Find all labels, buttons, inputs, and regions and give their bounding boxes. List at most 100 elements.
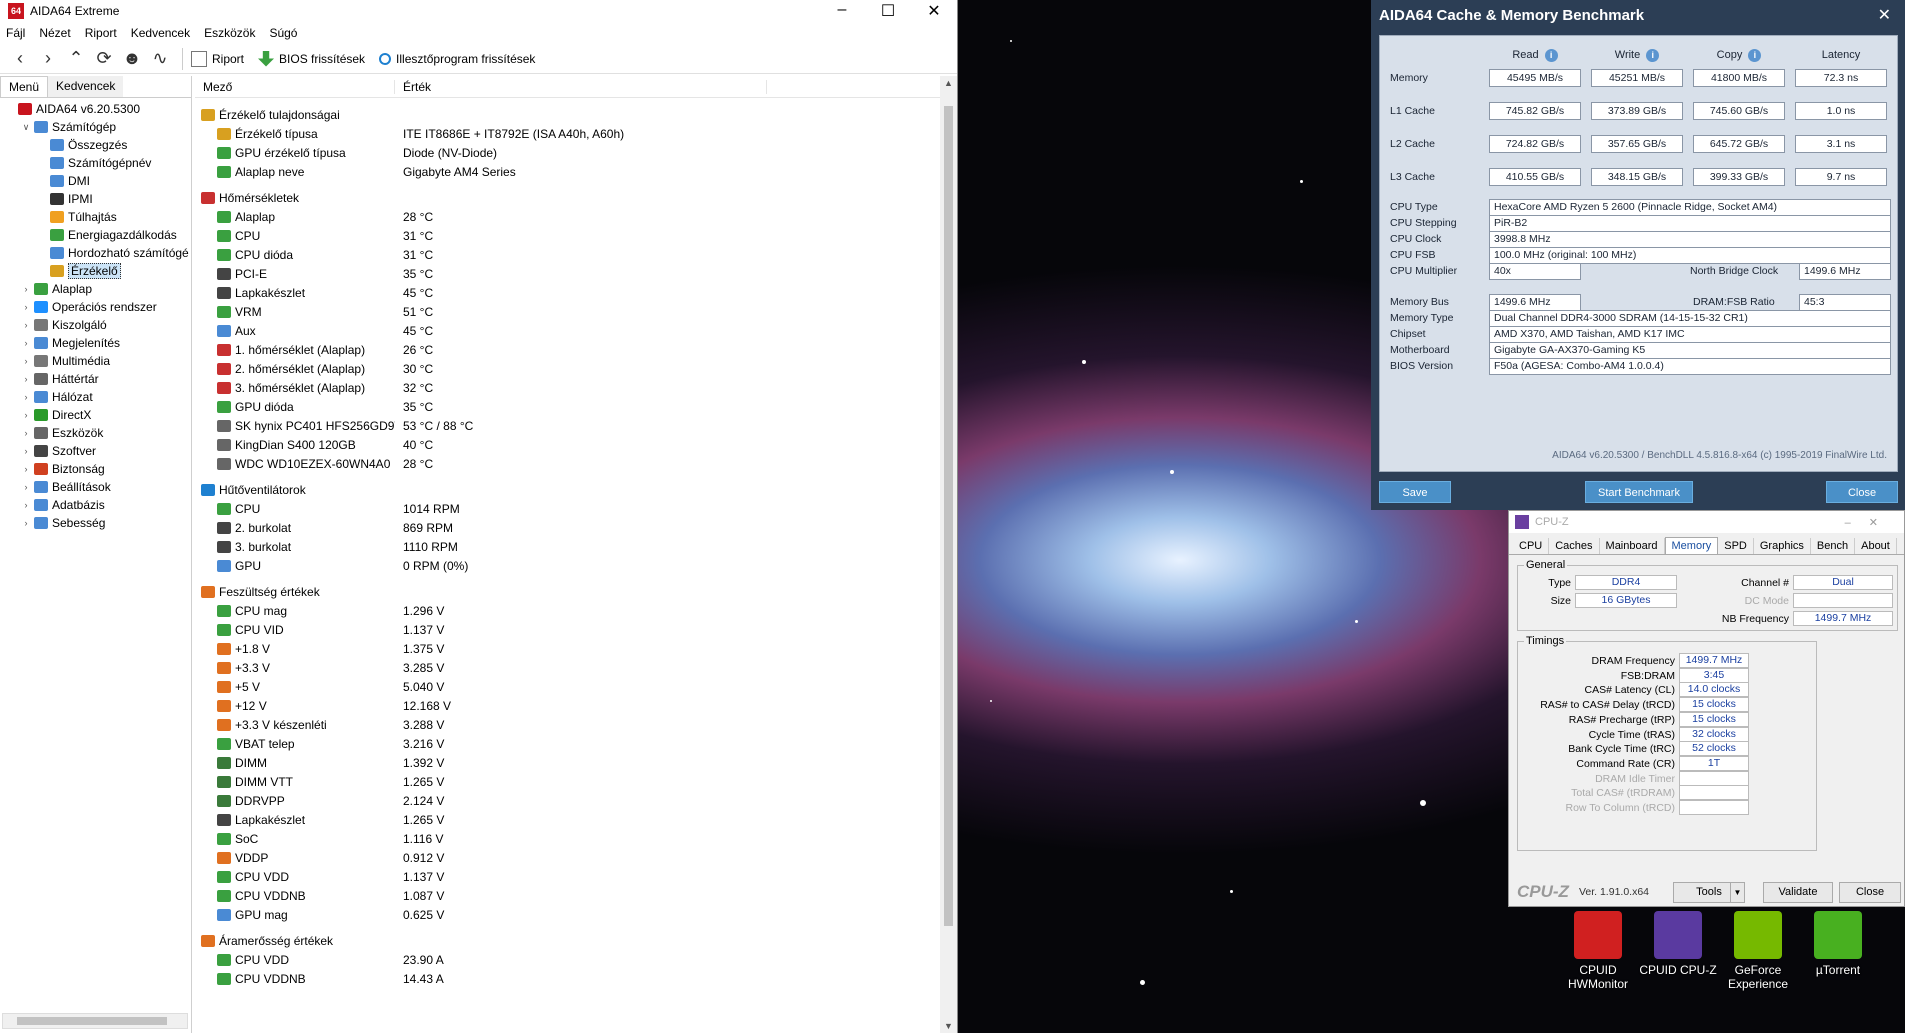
chevron-right-icon[interactable]: ›: [20, 410, 32, 420]
close-button[interactable]: Close: [1839, 882, 1901, 903]
tree-item[interactable]: › Multimédia: [0, 352, 191, 370]
sensor-row[interactable]: 3. burkolat 1110 RPM: [195, 537, 957, 556]
chevron-right-icon[interactable]: ›: [20, 500, 32, 510]
tree-item[interactable]: IPMI: [0, 190, 191, 208]
sensor-row[interactable]: 1. hőmérséklet (Alaplap) 26 °C: [195, 340, 957, 359]
tools-button[interactable]: Tools ▼: [1673, 882, 1745, 903]
sensor-row[interactable]: SK hynix PC401 HFS256GD9T... 53 °C / 88 °…: [195, 416, 957, 435]
tree-item[interactable]: › Biztonság: [0, 460, 191, 478]
up-icon[interactable]: ⌃: [62, 48, 90, 69]
sensor-row[interactable]: Lapkakészlet 45 °C: [195, 283, 957, 302]
sensor-row[interactable]: VRM 51 °C: [195, 302, 957, 321]
info-icon[interactable]: i: [1748, 49, 1762, 62]
scroll-down-icon[interactable]: ▼: [940, 1021, 957, 1031]
tree-item[interactable]: Energiagazdálkodás: [0, 226, 191, 244]
sensor-row[interactable]: WDC WD10EZEX-60WN4A0 28 °C: [195, 454, 957, 473]
column-field[interactable]: Mező: [195, 79, 395, 94]
group-header[interactable]: Hűtőventilátorok: [195, 480, 957, 499]
sensor-row[interactable]: +1.8 V 1.375 V: [195, 639, 957, 658]
sensor-row[interactable]: DIMM 1.392 V: [195, 753, 957, 772]
sensor-row[interactable]: CPU VID 1.137 V: [195, 620, 957, 639]
sensor-row[interactable]: CPU dióda 31 °C: [195, 245, 957, 264]
menu-view[interactable]: Nézet: [39, 26, 70, 40]
chevron-right-icon[interactable]: ›: [20, 428, 32, 438]
menu-help[interactable]: Súgó: [269, 26, 297, 40]
desktop-shortcut[interactable]: µTorrent: [1798, 905, 1878, 977]
group-header[interactable]: Feszültség értékek: [195, 582, 957, 601]
sensor-row[interactable]: GPU mag 0.625 V: [195, 905, 957, 924]
sensor-row[interactable]: CPU VDD 23.90 A: [195, 950, 957, 969]
tab-memory[interactable]: Memory: [1664, 537, 1719, 554]
chevron-right-icon[interactable]: ›: [20, 356, 32, 366]
tab-caches[interactable]: Caches: [1549, 538, 1600, 554]
tree-item[interactable]: Hordozható számítógé: [0, 244, 191, 262]
close-button[interactable]: ✕: [911, 1, 957, 21]
tab-mainboard[interactable]: Mainboard: [1600, 538, 1665, 554]
tree-item[interactable]: › Eszközök: [0, 424, 191, 442]
report-button[interactable]: Riport: [191, 50, 244, 67]
tree-item[interactable]: › Szoftver: [0, 442, 191, 460]
sensor-row[interactable]: 3. hőmérséklet (Alaplap) 32 °C: [195, 378, 957, 397]
sensor-row[interactable]: GPU érzékelő típusa Diode (NV-Diode): [195, 143, 957, 162]
sensor-row[interactable]: +12 V 12.168 V: [195, 696, 957, 715]
sensor-row[interactable]: GPU 0 RPM (0%): [195, 556, 957, 575]
group-header[interactable]: Áramerősség értékek: [195, 931, 957, 950]
desktop-shortcut[interactable]: CPUID CPU-Z: [1638, 905, 1718, 977]
sensor-row[interactable]: CPU 1014 RPM: [195, 499, 957, 518]
scroll-up-icon[interactable]: ▲: [940, 78, 957, 88]
maximize-button[interactable]: ☐: [865, 1, 911, 21]
forward-icon[interactable]: ›: [34, 48, 62, 69]
chevron-right-icon[interactable]: ›: [20, 464, 32, 474]
group-header[interactable]: Érzékelő tulajdonságai: [195, 105, 957, 124]
sensor-row[interactable]: VBAT telep 3.216 V: [195, 734, 957, 753]
tab-about[interactable]: About: [1855, 538, 1897, 554]
close-icon[interactable]: ✕: [1878, 5, 1891, 25]
sensor-row[interactable]: Alaplap 28 °C: [195, 207, 957, 226]
driver-update-button[interactable]: Illesztőprogram frissítések: [379, 52, 535, 66]
sensor-row[interactable]: CPU VDDNB 14.43 A: [195, 969, 957, 988]
desktop-shortcut[interactable]: GeForce Experience: [1718, 905, 1798, 991]
sensor-row[interactable]: Érzékelő típusa ITE IT8686E + IT8792E (IS…: [195, 124, 957, 143]
tree-item[interactable]: › Beállítások: [0, 478, 191, 496]
tree-item[interactable]: › Operációs rendszer: [0, 298, 191, 316]
chevron-right-icon[interactable]: ›: [20, 320, 32, 330]
sensor-row[interactable]: +3.3 V 3.285 V: [195, 658, 957, 677]
tree-item[interactable]: DMI: [0, 172, 191, 190]
chevron-right-icon[interactable]: ›: [20, 446, 32, 456]
tree-item[interactable]: › Hálózat: [0, 388, 191, 406]
chevron-right-icon[interactable]: ›: [20, 302, 32, 312]
chevron-right-icon[interactable]: ›: [20, 482, 32, 492]
group-header[interactable]: Hőmérsékletek: [195, 188, 957, 207]
sensor-row[interactable]: GPU dióda 35 °C: [195, 397, 957, 416]
sensor-row[interactable]: DIMM VTT 1.265 V: [195, 772, 957, 791]
tree-item[interactable]: › Sebesség: [0, 514, 191, 532]
chevron-down-icon[interactable]: ∨: [20, 122, 32, 133]
bios-update-button[interactable]: BIOS frissítések: [258, 50, 365, 67]
sensor-row[interactable]: CPU mag 1.296 V: [195, 601, 957, 620]
scrollbar-thumb[interactable]: [944, 106, 953, 926]
dropdown-arrow-icon[interactable]: ▼: [1730, 883, 1744, 902]
tab-menu[interactable]: Menü: [0, 76, 49, 97]
sensor-row[interactable]: PCI-E 35 °C: [195, 264, 957, 283]
tree-item[interactable]: › Adatbázis: [0, 496, 191, 514]
tree-item[interactable]: Túlhajtás: [0, 208, 191, 226]
menu-favorites[interactable]: Kedvencek: [131, 26, 190, 40]
horizontal-scrollbar[interactable]: [2, 1013, 188, 1029]
menu-tools[interactable]: Eszközök: [204, 26, 255, 40]
column-value[interactable]: Érték: [395, 79, 767, 94]
sensor-row[interactable]: Alaplap neve Gigabyte AM4 Series: [195, 162, 957, 181]
chevron-right-icon[interactable]: ›: [20, 518, 32, 528]
sensor-row[interactable]: Aux 45 °C: [195, 321, 957, 340]
chevron-right-icon[interactable]: ›: [20, 374, 32, 384]
sensor-row[interactable]: +3.3 V készenléti 3.288 V: [195, 715, 957, 734]
tab-spd[interactable]: SPD: [1718, 538, 1754, 554]
scrollbar-thumb[interactable]: [17, 1017, 167, 1025]
sensor-row[interactable]: CPU VDD 1.137 V: [195, 867, 957, 886]
sensor-row[interactable]: CPU 31 °C: [195, 226, 957, 245]
minimize-button[interactable]: –: [819, 1, 865, 21]
sensor-row[interactable]: KingDian S400 120GB 40 °C: [195, 435, 957, 454]
chevron-right-icon[interactable]: ›: [20, 338, 32, 348]
chevron-right-icon[interactable]: ›: [20, 392, 32, 402]
chart-icon[interactable]: ∿: [146, 48, 174, 69]
info-icon[interactable]: i: [1544, 49, 1558, 62]
